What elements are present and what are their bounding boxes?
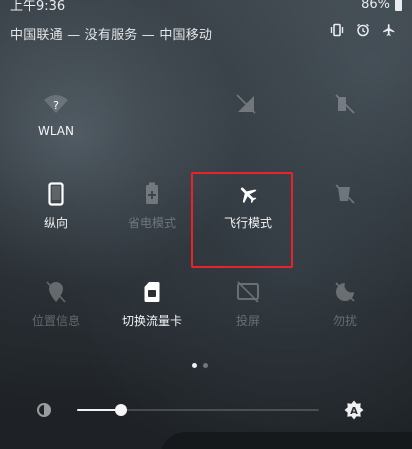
carrier-status: 中国联通 — 没有服务 — 中国移动 — [10, 28, 213, 43]
tile-label: 投屏 — [235, 314, 260, 328]
tile-label: 省电模式 — [127, 216, 176, 230]
tile-portrait[interactable]: 纵向 — [11, 180, 101, 231]
auto-brightness-button[interactable]: A — [344, 400, 364, 424]
tile-location-2[interactable] — [300, 180, 390, 214]
cast-off-icon — [203, 278, 293, 306]
vibrate-icon — [330, 23, 344, 37]
tile-label: WLAN — [37, 124, 74, 138]
page-dot — [203, 363, 208, 368]
phone-off-icon — [300, 90, 390, 118]
alarm-icon — [356, 23, 370, 37]
status-icons — [330, 23, 396, 37]
status-time: 上午9:36 — [10, 0, 66, 14]
data-off-icon — [201, 90, 291, 118]
wifi-question-icon: ? — [11, 90, 101, 118]
tile-mobile-data[interactable] — [201, 90, 291, 124]
tile-label: 切换流量卡 — [121, 314, 182, 328]
tile-wlan[interactable]: ? WLAN — [11, 90, 101, 138]
brightness-slider-thumb[interactable] — [115, 404, 127, 416]
brightness-low-icon — [35, 401, 53, 423]
battery-saver-icon — [107, 180, 197, 208]
dnd-off-icon — [300, 278, 390, 306]
tile-location[interactable]: 位置信息 — [11, 278, 101, 329]
tile-label: 纵向 — [43, 216, 68, 230]
highlight-box — [191, 172, 293, 268]
tile-label: 位置信息 — [31, 314, 80, 328]
page-indicator — [192, 363, 208, 368]
tile-battery-saver[interactable]: 省电模式 — [107, 180, 197, 231]
airplane-icon — [382, 23, 396, 37]
tile-label: 勿扰 — [332, 314, 357, 328]
battery-indicator: 86% — [361, 0, 402, 12]
sim-card-icon — [107, 278, 197, 306]
svg-text:?: ? — [53, 99, 59, 112]
tile-dnd[interactable]: 勿扰 — [300, 278, 390, 329]
location-off-icon — [11, 278, 101, 306]
panel-bottom-edge — [160, 432, 412, 449]
tile-switch-data-card[interactable]: 切换流量卡 — [107, 278, 197, 329]
tile-call[interactable] — [300, 90, 390, 124]
location-off-icon — [300, 180, 390, 208]
page-dot-active — [192, 363, 197, 368]
phone-portrait-icon — [11, 180, 101, 208]
auto-brightness-label: A — [350, 406, 358, 417]
battery-icon — [395, 0, 402, 11]
battery-percentage: 86% — [361, 0, 390, 12]
tile-screencast[interactable]: 投屏 — [203, 278, 293, 329]
